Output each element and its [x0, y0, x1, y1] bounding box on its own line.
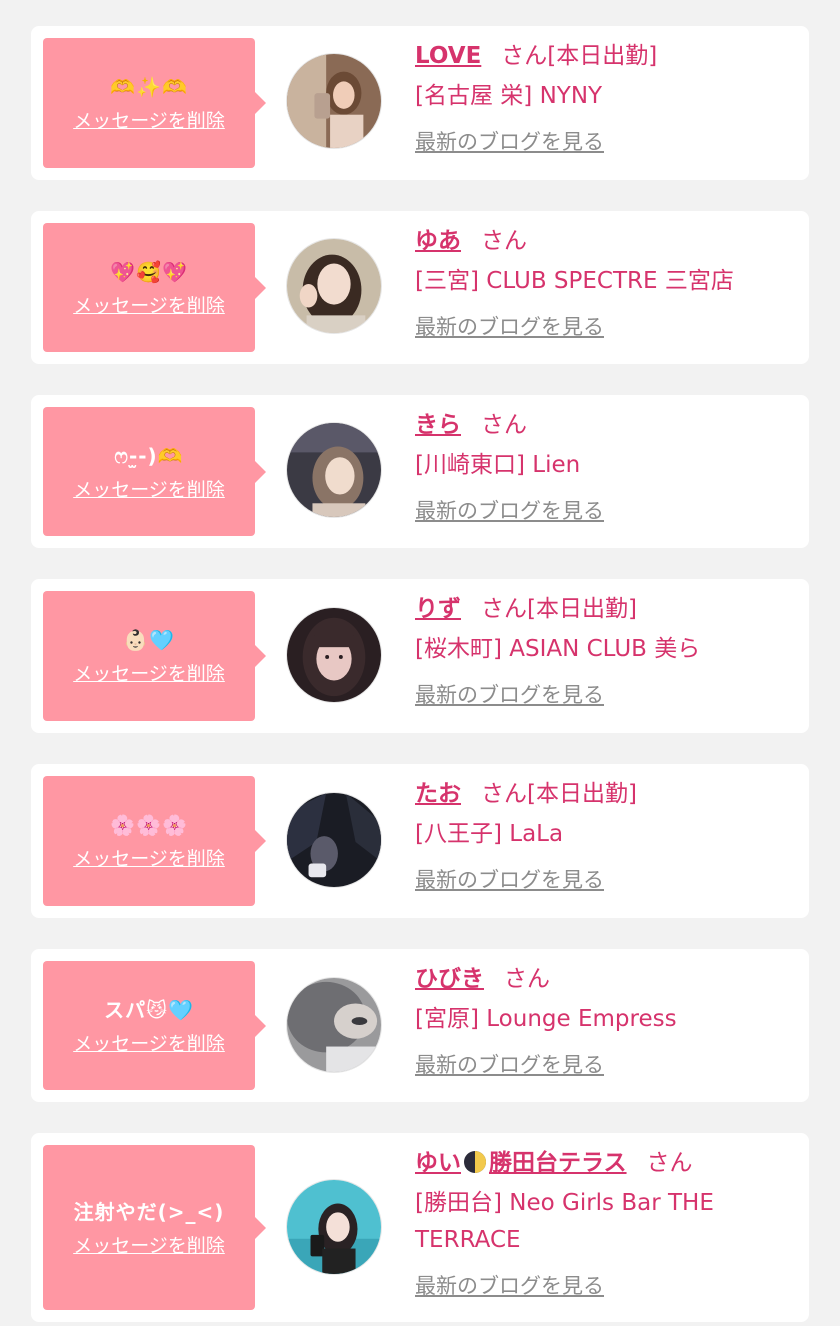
delete-message-link[interactable]: メッセージを削除	[73, 294, 225, 318]
name-suffix: さん	[646, 1150, 693, 1176]
name-row: ゆあ さん	[415, 225, 795, 257]
avatar[interactable]	[286, 422, 382, 518]
delete-message-link[interactable]: メッセージを削除	[73, 1234, 225, 1258]
message-card: スパ😼🩵 メッセージを削除 ひびき さん [宮原] Lounge Empress …	[31, 949, 809, 1102]
cast-info: たお さん[本日出勤] [八王子] LaLa 最新のブログを見る	[415, 778, 795, 895]
moon-icon	[464, 1151, 486, 1173]
message-bubble: ෆ‪‪-̫-)🫶 メッセージを削除	[43, 407, 266, 536]
message-bubble: 注射やだ(>_<) メッセージを削除	[43, 1145, 266, 1310]
message-card: 🌸🌸🌸 メッセージを削除 たお さん[本日出勤] [八王子] LaLa 最新のブロ…	[31, 764, 809, 918]
message-text: 🫶✨🫶	[110, 75, 188, 99]
name-row: りず さん[本日出勤]	[415, 593, 795, 625]
shop-name: [三宮] CLUB SPECTRE 三宮店	[415, 268, 734, 294]
message-card: 🫶✨🫶 メッセージを削除 LOVE さん[本日出勤] [名古屋 栄] NYNY 最…	[31, 26, 809, 180]
shop-name: [川崎東口] Lien	[415, 452, 581, 478]
cast-name-link[interactable]: りず	[415, 596, 461, 622]
view-blog-link[interactable]: 最新のブログを見る	[415, 680, 604, 710]
avatar[interactable]	[286, 792, 382, 888]
profile-photo	[287, 608, 381, 702]
delete-message-link[interactable]: メッセージを削除	[73, 478, 225, 502]
avatar[interactable]	[286, 53, 382, 149]
name-suffix: さん	[481, 412, 527, 438]
name-row: きら さん	[415, 409, 795, 441]
cast-info: きら さん [川崎東口] Lien 最新のブログを見る	[415, 409, 795, 526]
view-blog-link[interactable]: 最新のブログを見る	[415, 127, 604, 157]
name-suffix: さん	[504, 966, 550, 992]
shop-name: [勝田台] Neo Girls Bar THE TERRACE	[415, 1190, 714, 1253]
cast-info: ゆあ さん [三宮] CLUB SPECTRE 三宮店 最新のブログを見る	[415, 225, 795, 342]
message-card: 👶🏻🩵 メッセージを削除 りず さん[本日出勤] [桜木町] ASIAN CLUB…	[31, 579, 809, 733]
message-text: 注射やだ(>_<)	[73, 1199, 225, 1224]
shop-name: [八王子] LaLa	[415, 821, 564, 847]
cast-name-link[interactable]: ゆあ	[415, 228, 461, 254]
delete-message-link[interactable]: メッセージを削除	[73, 847, 225, 871]
shop-name: [宮原] Lounge Empress	[415, 1006, 677, 1032]
cast-name-link[interactable]: たお	[415, 781, 461, 807]
name-row: たお さん[本日出勤]	[415, 778, 795, 810]
shop-name: [名古屋 栄] NYNY	[415, 83, 603, 109]
cast-info: LOVE さん[本日出勤] [名古屋 栄] NYNY 最新のブログを見る	[415, 40, 795, 157]
name-suffix: さん[本日出勤]	[501, 43, 658, 69]
delete-message-link[interactable]: メッセージを削除	[73, 109, 225, 133]
avatar[interactable]	[286, 238, 382, 334]
view-blog-link[interactable]: 最新のブログを見る	[415, 1050, 604, 1080]
message-bubble: 👶🏻🩵 メッセージを削除	[43, 591, 266, 721]
message-bubble: 🌸🌸🌸 メッセージを削除	[43, 776, 266, 906]
profile-photo	[287, 793, 381, 887]
delete-message-link[interactable]: メッセージを削除	[73, 1032, 225, 1056]
name-suffix: さん[本日出勤]	[481, 596, 637, 622]
name-suffix: さん[本日出勤]	[481, 781, 637, 807]
message-card: ෆ‪‪-̫-)🫶 メッセージを削除 きら さん [川崎東口] Lien 最新のブロ…	[31, 395, 809, 548]
message-card: 注射やだ(>_<) メッセージを削除 ゆい 勝田台テラス さん [勝田台] Neo …	[31, 1133, 809, 1322]
name-row: LOVE さん[本日出勤]	[415, 40, 795, 72]
name-row: ゆい 勝田台テラス さん	[415, 1147, 795, 1179]
view-blog-link[interactable]: 最新のブログを見る	[415, 496, 604, 526]
profile-photo	[287, 1180, 381, 1274]
view-blog-link[interactable]: 最新のブログを見る	[415, 1271, 604, 1301]
message-text: ෆ‪‪-̫-)🫶	[114, 443, 184, 468]
profile-photo	[287, 978, 381, 1072]
avatar[interactable]	[286, 1179, 382, 1275]
cast-name-link[interactable]: ひびき	[415, 966, 484, 992]
message-bubble: スパ😼🩵 メッセージを削除	[43, 961, 266, 1090]
message-text: スパ😼🩵	[104, 997, 194, 1022]
cast-info: りず さん[本日出勤] [桜木町] ASIAN CLUB 美ら 最新のブログを見る	[415, 593, 795, 710]
cast-name-rest: 勝田台テラス	[489, 1150, 627, 1176]
message-text: 💖🥰💖	[110, 259, 188, 284]
message-text: 👶🏻🩵	[123, 628, 175, 652]
message-text: 🌸🌸🌸	[110, 813, 188, 837]
cast-name-link[interactable]: LOVE	[415, 43, 481, 69]
cast-name-prefix: ゆい	[415, 1150, 461, 1176]
cast-info: ゆい 勝田台テラス さん [勝田台] Neo Girls Bar THE TERRA…	[415, 1147, 795, 1301]
profile-photo	[287, 239, 381, 333]
view-blog-link[interactable]: 最新のブログを見る	[415, 312, 604, 342]
delete-message-link[interactable]: メッセージを削除	[73, 662, 225, 686]
cast-name-link[interactable]: きら	[415, 412, 461, 438]
name-suffix: さん	[481, 228, 527, 254]
avatar[interactable]	[286, 977, 382, 1073]
avatar[interactable]	[286, 607, 382, 703]
profile-photo	[287, 423, 381, 517]
message-bubble: 🫶✨🫶 メッセージを削除	[43, 38, 266, 168]
shop-name: [桜木町] ASIAN CLUB 美ら	[415, 636, 701, 662]
profile-photo	[287, 54, 381, 148]
message-bubble: 💖🥰💖 メッセージを削除	[43, 223, 266, 352]
message-card: 💖🥰💖 メッセージを削除 ゆあ さん [三宮] CLUB SPECTRE 三宮店 …	[31, 211, 809, 364]
cast-info: ひびき さん [宮原] Lounge Empress 最新のブログを見る	[415, 963, 795, 1080]
name-row: ひびき さん	[415, 963, 795, 995]
cast-name-link[interactable]: ゆい 勝田台テラス	[415, 1150, 627, 1176]
view-blog-link[interactable]: 最新のブログを見る	[415, 865, 604, 895]
